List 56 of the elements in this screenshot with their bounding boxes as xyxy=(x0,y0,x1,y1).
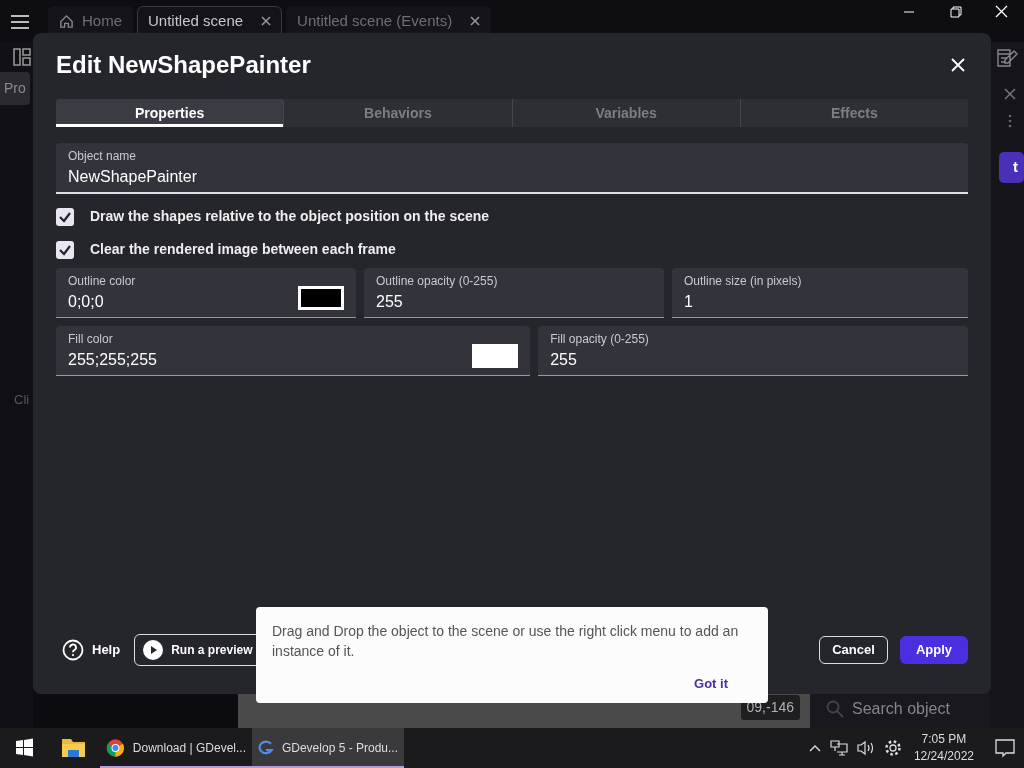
field-label: Fill opacity (0-255) xyxy=(550,331,650,348)
layout-icon[interactable] xyxy=(13,48,33,66)
edit-icon[interactable] xyxy=(996,48,1018,68)
browser-icon xyxy=(106,736,125,760)
checkbox-label: Clear the rendered image between each frame xyxy=(90,240,396,259)
app-tab[interactable]: Untitled scene (Events) xyxy=(286,6,492,36)
input-field[interactable]: Object name NewShapePainter xyxy=(56,143,968,194)
checkbox-label: Draw the shapes relative to the object position on the scene xyxy=(90,207,490,226)
settings-icon[interactable] xyxy=(883,739,902,757)
input-field[interactable]: Fill color 255;255;255 xyxy=(56,326,531,376)
field-value: 255 xyxy=(550,350,578,370)
dialog-tab[interactable]: Properties xyxy=(56,99,285,127)
field-label: Fill color xyxy=(68,331,114,348)
got-it-button[interactable]: Got it xyxy=(694,673,752,693)
dialog-title: Edit NewShapePainter xyxy=(56,50,311,80)
cancel-button[interactable]: Cancel xyxy=(819,636,888,664)
hint-text: Cli xyxy=(13,391,30,409)
panel-tab[interactable]: Pro xyxy=(0,72,30,105)
volume-icon[interactable] xyxy=(855,740,876,756)
field-value: NewShapePainter xyxy=(68,167,198,187)
taskbar-app[interactable]: GDevelop 5 - Produ... xyxy=(252,728,404,768)
close-icon[interactable] xyxy=(470,16,481,26)
help-button[interactable]: Help xyxy=(56,638,127,662)
chevron-up-icon[interactable] xyxy=(807,743,822,753)
close-icon[interactable] xyxy=(261,16,272,26)
field-value: 1 xyxy=(684,292,694,312)
taskbar-app[interactable]: Download | GDevel... xyxy=(100,728,252,768)
app-tab[interactable]: Untitled scene xyxy=(137,6,283,36)
notification-icon[interactable] xyxy=(994,738,1016,758)
add-button[interactable]: t xyxy=(999,152,1024,183)
search-field[interactable]: Search object xyxy=(810,690,990,728)
input-field[interactable]: Outline size (in pixels) 1 xyxy=(672,268,968,318)
color-swatch[interactable] xyxy=(298,286,344,310)
menu-icon[interactable] xyxy=(10,14,30,30)
field-label: Outline opacity (0-255) xyxy=(376,273,499,290)
field-label: Outline color xyxy=(68,273,137,290)
input-field[interactable]: Outline color 0;0;0 xyxy=(56,268,356,318)
network-icon[interactable] xyxy=(829,740,848,756)
field-value: 0;0;0 xyxy=(68,292,105,312)
field-label: Object name xyxy=(68,148,138,165)
checkbox[interactable] xyxy=(56,240,74,259)
home-icon xyxy=(59,13,74,29)
apply-button[interactable]: Apply xyxy=(899,636,968,664)
search-icon xyxy=(826,700,844,718)
play-icon xyxy=(143,640,164,660)
checkbox[interactable] xyxy=(56,207,74,226)
clock[interactable]: 7:05 PM 12/24/2022 xyxy=(909,730,978,766)
more-icon[interactable] xyxy=(1008,114,1012,128)
help-icon xyxy=(62,639,84,661)
field-value: 255;255;255 xyxy=(68,350,158,370)
field-label: Outline size (in pixels) xyxy=(684,273,803,290)
color-swatch[interactable] xyxy=(472,344,519,368)
app-tab[interactable]: Home xyxy=(48,6,133,36)
field-value: 255 xyxy=(376,292,404,312)
input-field[interactable]: Outline opacity (0-255) 255 xyxy=(364,268,664,318)
input-field[interactable]: Fill opacity (0-255) 255 xyxy=(538,326,968,376)
